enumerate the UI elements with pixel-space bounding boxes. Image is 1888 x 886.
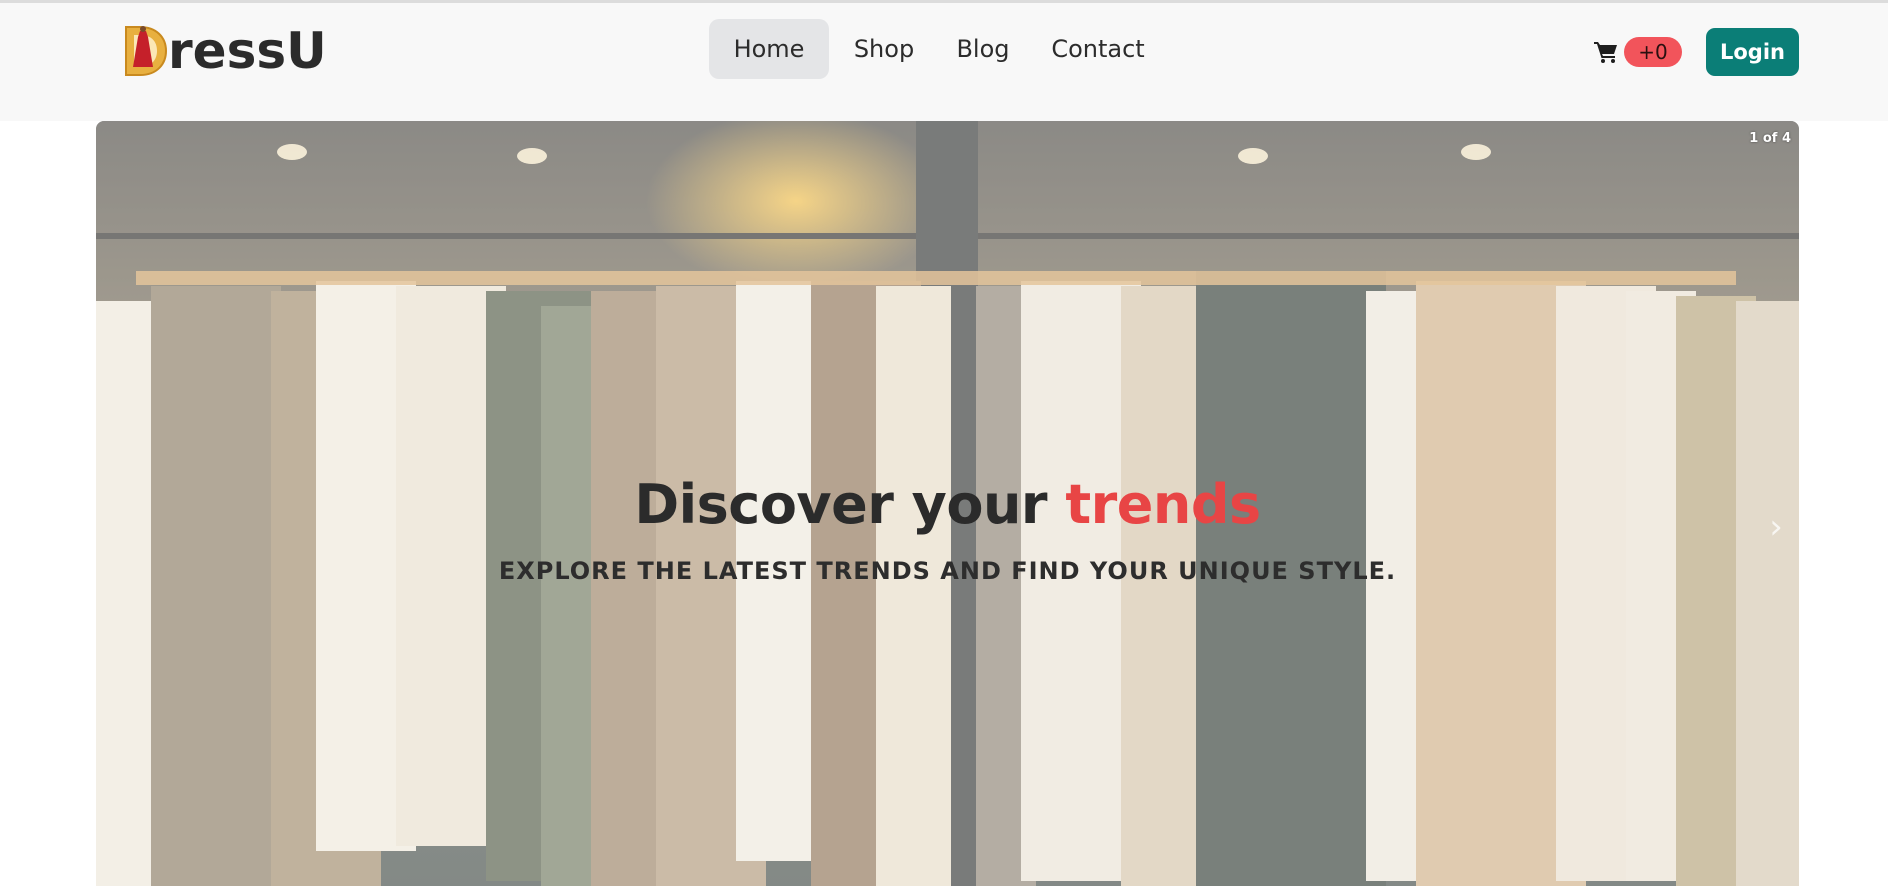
nav-shop[interactable]: Shop	[829, 19, 939, 79]
cart-count-badge: +0	[1624, 37, 1682, 67]
hero-subheadline: EXPLORE THE LATEST TRENDS AND FIND YOUR …	[498, 557, 1397, 585]
slide-counter: 1 of 4	[1749, 131, 1791, 146]
login-button[interactable]: Login	[1706, 28, 1799, 76]
main-nav: Home Shop Blog Contact	[709, 19, 1161, 79]
nav-blog[interactable]: Blog	[939, 19, 1027, 79]
cart-button[interactable]: +0	[1594, 37, 1682, 67]
brand-name: ressU	[168, 22, 327, 80]
hero-carousel: 1 of 4 › Discover your trends EXPLORE TH…	[96, 121, 1799, 886]
logo-d-dress-icon: D	[125, 26, 168, 76]
hero-headline: Discover your trends	[96, 473, 1799, 536]
brand-logo[interactable]: D ressU	[120, 21, 327, 81]
hero-headline-accent: trends	[1065, 473, 1261, 536]
shopping-cart-icon	[1594, 42, 1617, 63]
navbar: D ressU Home Shop Blog Contact +0 Login	[0, 3, 1888, 121]
nav-contact[interactable]: Contact	[1035, 19, 1161, 79]
hero-headline-main: Discover your	[634, 473, 1066, 536]
nav-home[interactable]: Home	[709, 19, 829, 79]
